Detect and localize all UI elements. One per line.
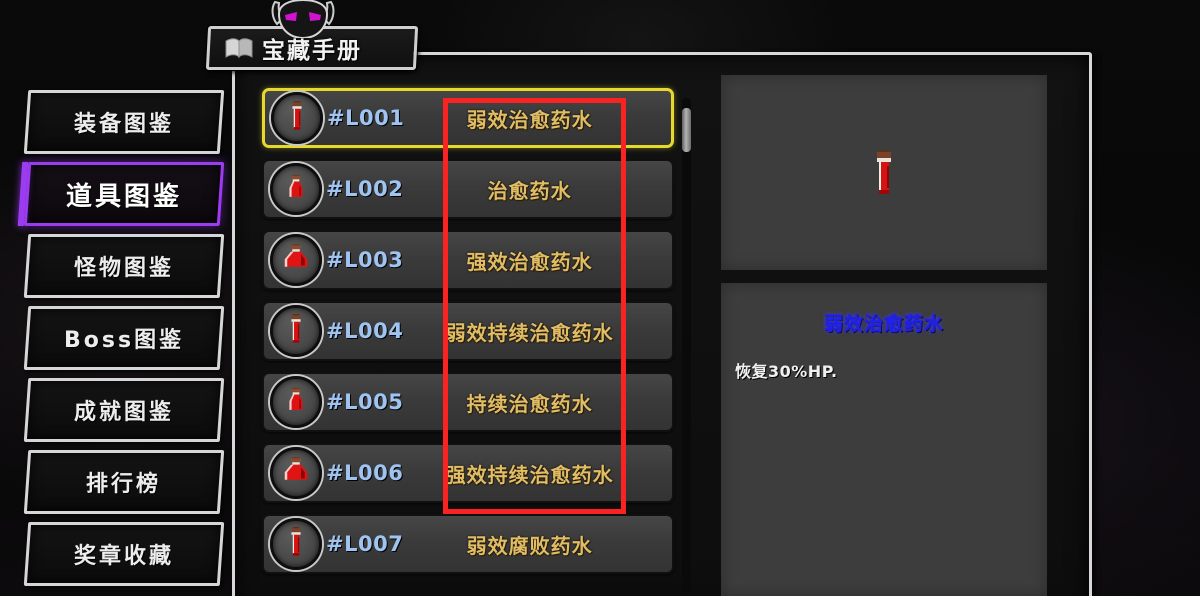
item-detail-panel: 弱效治愈药水 恢复30%HP. xyxy=(721,283,1047,596)
potion-large-red-icon xyxy=(281,243,311,277)
potion-small-red-icon xyxy=(287,101,307,135)
scrollbar-thumb[interactable] xyxy=(682,108,691,152)
item-detail-title: 弱效治愈药水 xyxy=(823,313,944,335)
table-row[interactable]: #L004 弱效持续治愈药水 xyxy=(262,301,674,361)
sidebar-item-label: 怪物图鉴 xyxy=(73,256,174,281)
potion-small-red-icon xyxy=(286,314,306,348)
item-name: 持续治愈药水 xyxy=(466,391,593,416)
sidebar-item-1[interactable]: 道具图鉴 xyxy=(23,162,225,226)
item-name: 强效治愈药水 xyxy=(466,249,593,274)
sidebar-item-3[interactable]: Boss图鉴 xyxy=(23,306,225,370)
sidebar-item-label: 装备图鉴 xyxy=(73,112,174,137)
item-id: #L007 xyxy=(326,532,404,556)
item-id: #L005 xyxy=(326,390,404,414)
item-id: #L002 xyxy=(326,177,404,201)
sidebar-item-label: 奖章收藏 xyxy=(73,544,174,569)
potion-medium-red-icon xyxy=(283,387,309,417)
table-row[interactable]: #L001 弱效治愈药水 xyxy=(262,88,674,148)
item-list[interactable]: #L001 弱效治愈药水 #L002 治愈药水 #L003 强效治愈药水 #L004 弱效持续… xyxy=(262,88,674,596)
sidebar-item-6[interactable]: 奖章收藏 xyxy=(23,522,225,586)
item-name: 弱效腐败药水 xyxy=(466,533,593,558)
potion-large-red-icon xyxy=(281,456,311,490)
item-icon-badge xyxy=(268,374,324,430)
item-icon-badge xyxy=(269,90,325,146)
item-id: #L004 xyxy=(326,319,404,343)
table-row[interactable]: #L003 强效治愈药水 xyxy=(262,230,674,290)
item-name: 弱效持续治愈药水 xyxy=(445,320,614,345)
sidebar-item-0[interactable]: 装备图鉴 xyxy=(23,90,225,154)
sidebar-item-label: Boss图鉴 xyxy=(63,328,185,353)
sidebar-item-4[interactable]: 成就图鉴 xyxy=(23,378,225,442)
book-icon xyxy=(225,38,253,59)
item-name: 弱效治愈药水 xyxy=(466,107,593,132)
sidebar-item-label: 道具图鉴 xyxy=(65,181,182,212)
table-row[interactable]: #L005 持续治愈药水 xyxy=(262,372,674,432)
demon-head-icon xyxy=(271,0,335,38)
item-name: 治愈药水 xyxy=(487,178,572,203)
sidebar-item-5[interactable]: 排行榜 xyxy=(23,450,225,514)
potion-medium-red-icon xyxy=(283,174,309,204)
item-list-scrollbar[interactable] xyxy=(682,98,691,593)
item-detail-description: 恢复30%HP. xyxy=(735,362,838,381)
sidebar-item-label: 排行榜 xyxy=(86,472,162,497)
sidebar-item-2[interactable]: 怪物图鉴 xyxy=(23,234,225,298)
item-id: #L006 xyxy=(326,461,404,485)
item-icon-badge xyxy=(268,232,324,288)
table-row[interactable]: #L002 治愈药水 xyxy=(262,159,674,219)
sidebar: 装备图鉴道具图鉴怪物图鉴 Boss图鉴 成就图鉴排行榜奖章收藏 xyxy=(23,90,225,594)
item-preview-panel xyxy=(721,75,1047,270)
table-row[interactable]: #L007 弱效腐败药水 xyxy=(262,514,674,574)
item-icon-badge xyxy=(268,445,324,501)
item-icon-badge xyxy=(268,161,324,217)
item-icon-badge xyxy=(268,303,324,359)
item-id: #L001 xyxy=(327,106,405,130)
item-id: #L003 xyxy=(326,248,404,272)
potion-small-red-icon xyxy=(877,149,891,194)
item-name: 强效持续治愈药水 xyxy=(445,462,614,487)
potion-small-red-icon xyxy=(286,527,306,561)
table-row[interactable]: #L006 强效持续治愈药水 xyxy=(262,443,674,503)
sidebar-item-label: 成就图鉴 xyxy=(73,400,174,425)
item-icon-badge xyxy=(268,516,324,572)
